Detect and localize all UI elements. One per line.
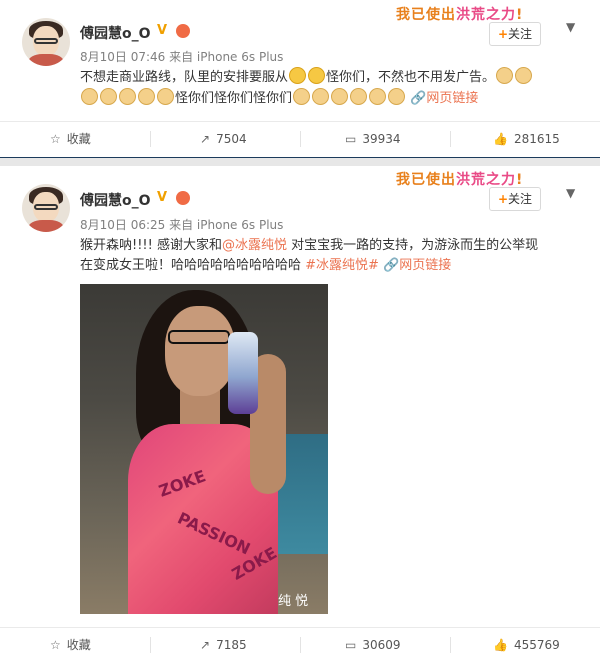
water-bottle [228, 332, 258, 414]
plus-icon: + [497, 27, 509, 41]
doge-icon [369, 88, 387, 105]
vip-badge-icon: V [157, 190, 168, 205]
doge-icon [312, 88, 330, 105]
hashtag-link[interactable]: #冰露纯悦# [305, 258, 379, 273]
star-icon: ☆ [50, 132, 61, 146]
plus-icon: + [497, 192, 509, 206]
like-button[interactable]: 👍 455769 [493, 628, 560, 662]
web-link[interactable]: 🔗网页链接 [383, 258, 451, 273]
comment-icon: ▭ [345, 132, 357, 146]
post-meta: 8月10日 06:25 来自 iPhone 6s Plus [80, 218, 284, 232]
post-photo[interactable]: ZOKE PASSION ZOKE 纯 悦 [80, 284, 328, 614]
medal-icon [176, 24, 190, 38]
action-bar: ☆ 收藏 ↗ 7185 ▭ 30609 👍 455769 [0, 627, 600, 662]
post-meta: 8月10日 07:46 来自 iPhone 6s Plus [80, 50, 284, 64]
doge-icon [515, 67, 533, 84]
star-icon: ☆ [50, 638, 61, 652]
vip-badge-icon: V [157, 23, 168, 38]
doge-icon [496, 67, 514, 84]
follow-button[interactable]: +关注 [489, 187, 541, 211]
favorite-button[interactable]: ☆ 收藏 [50, 122, 91, 156]
chevron-down-icon[interactable]: ▼ [566, 20, 575, 34]
medal-icon [176, 191, 190, 205]
doge-icon [100, 88, 117, 105]
repost-button[interactable]: ↗ 7185 [200, 628, 247, 662]
doge-icon [119, 88, 136, 105]
doge-icon [293, 88, 311, 105]
post-text: 猴开森呐!!!! 感谢大家和@冰露纯悦 对宝宝我一路的支持，为游泳而生的公举现 … [80, 238, 539, 273]
sad-face-icon [308, 67, 326, 84]
repost-icon: ↗ [200, 638, 211, 652]
doge-icon [388, 88, 406, 105]
thumbs-up-icon: 👍 [493, 132, 508, 146]
comment-icon: ▭ [345, 638, 357, 652]
card-banner: 我已使出洪荒之力! [396, 7, 524, 23]
doge-icon [331, 88, 349, 105]
doge-icon [350, 88, 368, 105]
watermark: 纯 悦 [278, 594, 309, 609]
glasses [168, 330, 230, 344]
repost-button[interactable]: ↗ 7504 [200, 122, 247, 156]
post-text: 不想走商业路线，队里的安排要服从 怪你们，不然也不用发广告。 怪你们怪你们怪你们 … [80, 67, 580, 109]
doge-icon [81, 88, 98, 105]
mention-link[interactable]: @冰露纯悦 [222, 238, 287, 253]
user-name[interactable]: 傅园慧o_O [80, 190, 151, 210]
doge-icon [138, 88, 155, 105]
thumbs-up-icon: 👍 [493, 638, 508, 652]
user-name[interactable]: 傅园慧o_O [80, 23, 151, 43]
chevron-down-icon[interactable]: ▼ [566, 186, 575, 200]
post-divider [0, 157, 600, 166]
comment-button[interactable]: ▭ 30609 [345, 628, 401, 662]
user-avatar[interactable] [22, 18, 70, 66]
weibo-post-1: 傅园慧o_O V 我已使出洪荒之力! +关注 ▼ 8月10日 07:46 来自 … [0, 0, 600, 157]
follow-button[interactable]: +关注 [489, 22, 541, 46]
favorite-button[interactable]: ☆ 收藏 [50, 628, 91, 662]
sad-face-icon [289, 67, 307, 84]
user-avatar[interactable] [22, 184, 70, 232]
card-banner: 我已使出洪荒之力! [396, 172, 524, 188]
like-button[interactable]: 👍 281615 [493, 122, 560, 156]
web-link[interactable]: 🔗网页链接 [410, 91, 478, 106]
action-bar: ☆ 收藏 ↗ 7504 ▭ 39934 👍 281615 [0, 121, 600, 156]
comment-button[interactable]: ▭ 39934 [345, 122, 401, 156]
doge-icon [157, 88, 174, 105]
repost-icon: ↗ [200, 132, 211, 146]
